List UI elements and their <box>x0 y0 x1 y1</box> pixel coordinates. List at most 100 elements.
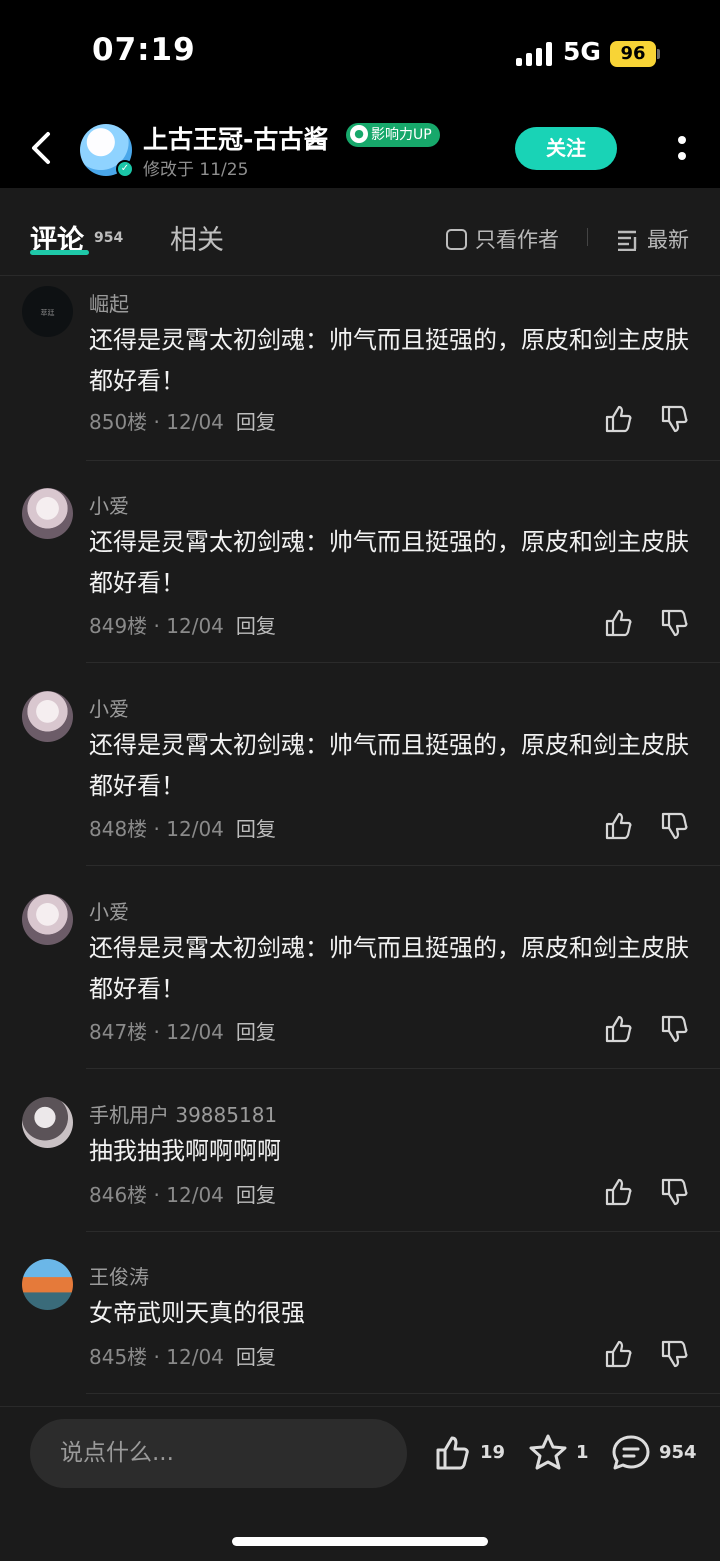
active-tab-indicator <box>30 250 89 255</box>
comment-divider <box>86 1068 720 1069</box>
comment-text: 女帝武则天真的很强 <box>89 1299 305 1327</box>
status-time: 07:19 <box>92 32 196 68</box>
like-button[interactable]: 19 <box>432 1433 505 1473</box>
reply-button[interactable]: 回复 <box>236 817 276 841</box>
comment-date: 12/04 <box>166 410 224 434</box>
comment-divider <box>86 662 720 663</box>
bottom-bar: 说点什么... 19 1 954 <box>0 1406 720 1561</box>
badge-label: 影响力UP <box>371 127 432 143</box>
comment-date: 12/04 <box>166 817 224 841</box>
commenter-name[interactable]: 崛起 <box>89 288 129 317</box>
comment-floor: 847楼 <box>89 1020 148 1044</box>
thumb-up-icon <box>436 1436 469 1470</box>
star-icon <box>529 1434 567 1470</box>
comment-meta: 847楼 · 12/04 回复 <box>89 1016 276 1045</box>
comment-floor: 849楼 <box>89 614 148 638</box>
comment-divider <box>86 1231 720 1232</box>
reply-button[interactable]: 回复 <box>236 1345 276 1369</box>
commenter-avatar[interactable] <box>22 1259 73 1310</box>
favorite-button[interactable]: 1 <box>527 1433 589 1473</box>
tab-divider <box>587 228 588 246</box>
thumb-down-icon[interactable] <box>660 608 690 638</box>
comment-count-button[interactable]: 954 <box>610 1433 700 1473</box>
commenter-name[interactable]: 小爱 <box>89 490 129 519</box>
comment-text: 还得是灵霄太初剑魂：帅气而且挺强的，原皮和剑主皮肤都好看！ <box>89 528 689 597</box>
modified-date: 修改于 11/25 <box>143 160 249 180</box>
author-avatar[interactable]: ✓ <box>80 124 134 178</box>
thumb-up-icon[interactable] <box>604 1339 634 1369</box>
influence-badge: ● 影响力UP <box>346 123 440 147</box>
sort-toggle[interactable]: 最新 <box>617 224 689 254</box>
sort-label: 最新 <box>647 228 689 252</box>
avatar-text: 萃廷 <box>40 309 55 317</box>
comment-meta: 845楼 · 12/04 回复 <box>89 1341 276 1370</box>
comment-divider <box>86 460 720 461</box>
meta-separator: · <box>147 410 167 434</box>
comment-divider <box>86 865 720 866</box>
battery-tip <box>657 49 660 59</box>
comment-floor: 845楼 <box>89 1345 148 1369</box>
comment-date: 12/04 <box>166 1345 224 1369</box>
post-header: ✓ 上古王冠-古古酱 ● 影响力UP 修改于 11/25 关注 <box>0 106 720 188</box>
comment-floor: 848楼 <box>89 817 148 841</box>
comment-meta: 848楼 · 12/04 回复 <box>89 813 276 842</box>
meta-separator: · <box>147 1345 167 1369</box>
thumb-up-icon[interactable] <box>604 1177 634 1207</box>
badge-user-icon: ● <box>350 125 368 143</box>
commenter-avatar[interactable] <box>22 894 73 945</box>
author-only-label: 只看作者 <box>475 228 559 252</box>
comment-floor: 846楼 <box>89 1183 148 1207</box>
comment-input[interactable]: 说点什么... <box>30 1419 407 1488</box>
comment-date: 12/04 <box>166 1183 224 1207</box>
commenter-avatar[interactable] <box>22 1097 73 1148</box>
thumb-down-icon[interactable] <box>660 1177 690 1207</box>
home-indicator[interactable] <box>232 1537 488 1546</box>
thumb-up-icon[interactable] <box>604 404 634 434</box>
battery-indicator: 96 <box>610 41 656 67</box>
thumb-up-icon[interactable] <box>604 1014 634 1044</box>
reply-button[interactable]: 回复 <box>236 1183 276 1207</box>
thumb-up-icon[interactable] <box>604 811 634 841</box>
back-arrow-icon[interactable] <box>24 126 60 170</box>
comment-date: 12/04 <box>166 614 224 638</box>
thumb-down-icon[interactable] <box>660 1339 690 1369</box>
signal-icon <box>516 42 552 66</box>
author-name[interactable]: 上古王冠-古古酱 <box>143 120 328 156</box>
commenter-name[interactable]: 王俊涛 <box>89 1261 149 1290</box>
commenter-name[interactable]: 小爱 <box>89 693 129 722</box>
author-only-toggle[interactable]: 只看作者 <box>446 224 559 254</box>
thumb-down-icon[interactable] <box>660 811 690 841</box>
follow-button[interactable]: 关注 <box>515 127 617 170</box>
comment-floor: 850楼 <box>89 410 148 434</box>
reply-button[interactable]: 回复 <box>236 1020 276 1044</box>
verified-icon: ✓ <box>116 160 134 178</box>
reply-button[interactable]: 回复 <box>236 614 276 638</box>
meta-separator: · <box>147 817 167 841</box>
comment-meta: 849楼 · 12/04 回复 <box>89 610 276 639</box>
comment-date: 12/04 <box>166 1020 224 1044</box>
comment-count: 954 <box>659 1442 697 1463</box>
checkbox-icon[interactable] <box>446 229 467 250</box>
meta-separator: · <box>147 1020 167 1044</box>
thumb-down-icon[interactable] <box>660 404 690 434</box>
comment-divider <box>86 1393 720 1394</box>
reply-button[interactable]: 回复 <box>236 410 276 434</box>
comment-text: 还得是灵霄太初剑魂：帅气而且挺强的，原皮和剑主皮肤都好看！ <box>89 326 689 395</box>
status-bar: 07:19 5G 96 <box>0 0 720 106</box>
meta-separator: · <box>147 1183 167 1207</box>
network-type: 5G <box>563 37 601 66</box>
sort-list-icon <box>618 230 637 251</box>
favorite-count: 1 <box>576 1442 589 1463</box>
commenter-avatar[interactable]: 萃廷 <box>22 286 73 337</box>
more-icon[interactable] <box>670 130 694 166</box>
meta-separator: · <box>147 614 167 638</box>
chat-bubble-icon <box>612 1435 650 1470</box>
commenter-name[interactable]: 小爱 <box>89 896 129 925</box>
commenter-name[interactable]: 手机用户 39885181 <box>89 1099 277 1128</box>
comment-text: 抽我抽我啊啊啊啊 <box>89 1137 281 1165</box>
commenter-avatar[interactable] <box>22 691 73 742</box>
commenter-avatar[interactable] <box>22 488 73 539</box>
tab-related[interactable]: 相关 <box>170 218 224 257</box>
thumb-down-icon[interactable] <box>660 1014 690 1044</box>
thumb-up-icon[interactable] <box>604 608 634 638</box>
